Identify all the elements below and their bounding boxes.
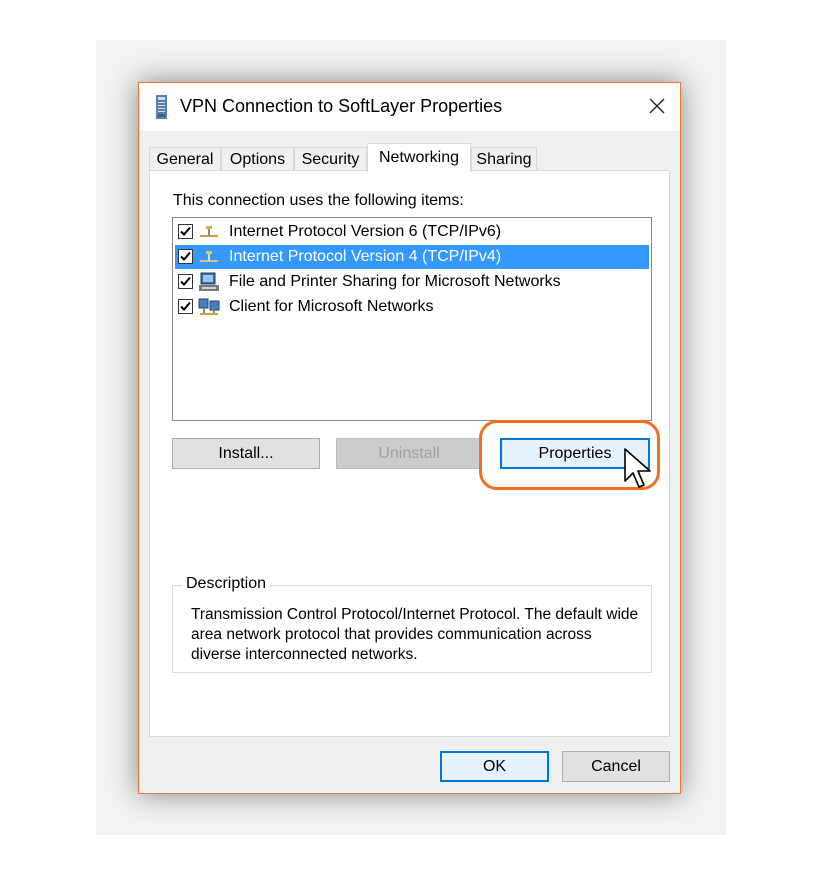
tab-security[interactable]: Security — [294, 147, 367, 171]
items-label: This connection uses the following items… — [173, 192, 464, 209]
checkbox-ipv6[interactable] — [178, 224, 193, 239]
uninstall-button[interactable]: Uninstall — [336, 438, 482, 469]
list-item-ipv6[interactable]: Internet Protocol Version 6 (TCP/IPv6) — [175, 220, 649, 244]
mouse-pointer-icon — [624, 448, 651, 488]
window-title: VPN Connection to SoftLayer Properties — [180, 96, 503, 116]
description-text: Transmission Control Protocol/Internet P… — [191, 606, 639, 663]
checkbox-ipv4[interactable] — [178, 249, 193, 264]
checkbox-file-printer-sharing[interactable] — [178, 274, 193, 289]
list-item-file-printer-sharing[interactable]: File and Printer Sharing for Microsoft N… — [175, 270, 649, 294]
tab-networking[interactable]: Networking — [367, 143, 471, 172]
cancel-button[interactable]: Cancel — [562, 751, 670, 782]
description-legend: Description — [182, 575, 271, 593]
install-button[interactable]: Install... — [172, 438, 320, 469]
item-label: Client for Microsoft Networks — [229, 298, 434, 315]
checkmark-icon — [180, 301, 191, 311]
checkbox-client-networks[interactable] — [178, 299, 193, 314]
item-label: Internet Protocol Version 6 (TCP/IPv6) — [229, 223, 502, 240]
checkmark-icon — [180, 251, 191, 261]
checkmark-icon — [180, 226, 191, 236]
ok-button[interactable]: OK — [440, 751, 549, 782]
checkmark-icon — [180, 276, 191, 286]
vpn-phone-icon — [156, 95, 167, 119]
description-group: Description Transmission Control Protoco… — [172, 575, 652, 673]
title-bar[interactable]: VPN Connection to SoftLayer Properties — [139, 83, 680, 131]
tab-sharing[interactable]: Sharing — [471, 147, 537, 171]
network-client-icon — [198, 298, 220, 315]
network-protocol-icon — [200, 251, 218, 262]
tab-general[interactable]: General — [149, 147, 221, 171]
list-item-client-networks[interactable]: Client for Microsoft Networks — [175, 295, 649, 319]
item-label: File and Printer Sharing for Microsoft N… — [229, 273, 561, 290]
file-printer-sharing-icon — [199, 272, 219, 291]
network-protocol-icon — [200, 226, 218, 237]
item-label: Internet Protocol Version 4 (TCP/IPv4) — [229, 248, 502, 265]
properties-dialog: VPN Connection to SoftLayer Properties G… — [138, 82, 681, 794]
close-button[interactable] — [634, 83, 680, 129]
items-listbox[interactable]: Internet Protocol Version 6 (TCP/IPv6) I… — [172, 217, 652, 421]
list-item-ipv4[interactable]: Internet Protocol Version 4 (TCP/IPv4) — [175, 245, 649, 269]
tab-options[interactable]: Options — [221, 147, 294, 171]
close-icon — [649, 98, 665, 114]
